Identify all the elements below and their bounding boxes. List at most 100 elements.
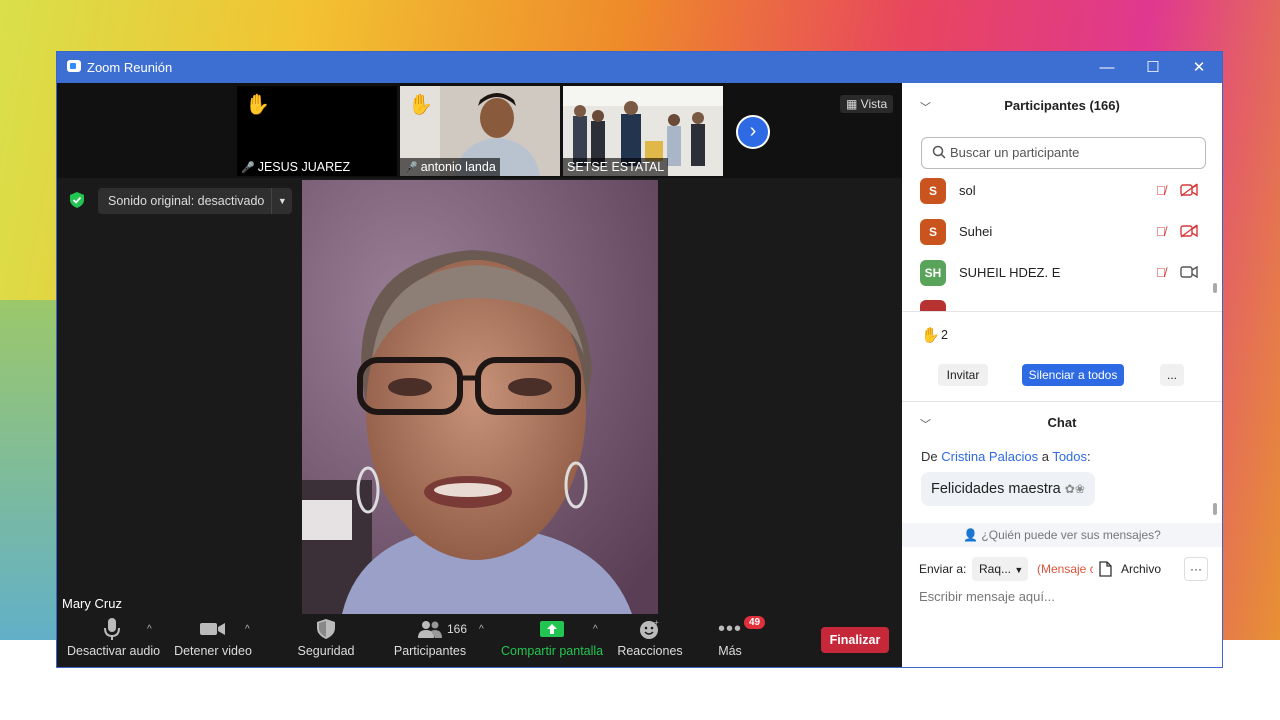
participant-search-input[interactable]: Buscar un participante [921, 137, 1206, 169]
video-options-caret-icon[interactable]: ^ [245, 624, 250, 635]
shield-icon [317, 619, 335, 639]
send-to-label: Enviar a: [919, 562, 967, 576]
who-can-see-label: ¿Quién puede ver sus mensajes? [981, 528, 1161, 542]
raised-hands-count: 2 [941, 328, 948, 342]
invite-button[interactable]: Invitar [938, 364, 988, 386]
flowers-emoji-icon: ✿❀ [1064, 482, 1085, 496]
stop-video-button[interactable]: Detener video [169, 614, 257, 667]
muted-mic-icon: 🎤 [241, 162, 255, 174]
chat-more-button[interactable]: ··· [1184, 557, 1208, 581]
share-options-caret-icon[interactable]: ^ [593, 624, 598, 635]
chat-recipient-name[interactable]: Todos [1052, 449, 1087, 464]
end-meeting-button[interactable]: Finalizar [821, 627, 889, 653]
page-background-band [0, 300, 60, 640]
participant-row[interactable]: S Suhei 🎙̸ [920, 218, 1205, 246]
video-camera-icon[interactable] [1180, 265, 1198, 279]
thumbnail-name: JESUS JUAREZ [257, 160, 351, 174]
participants-icon [418, 621, 442, 638]
chat-sender-name[interactable]: Cristina Palacios [941, 449, 1038, 464]
close-button[interactable]: ✕ [1176, 52, 1222, 83]
participants-more-button[interactable]: ... [1160, 364, 1184, 386]
chat-from-prefix: De [921, 449, 938, 464]
avatar: S [920, 178, 946, 204]
muted-mic-icon[interactable]: 🎙̸ [1156, 183, 1166, 198]
video-camera-icon [200, 623, 225, 635]
thumbnail-jesus-juarez[interactable]: ✋ 🎤 JESUS JUAREZ [237, 86, 397, 176]
original-sound-toggle[interactable]: Sonido original: desactivado ▼ [98, 188, 293, 214]
participant-name: SUHEIL HDEZ. E [959, 265, 1061, 280]
avatar: SH [920, 260, 946, 286]
more-notification-badge: 49 [744, 616, 766, 629]
participant-name: sol [959, 183, 976, 198]
thumbnail-strip: ✋ 🎤 JESUS JUAREZ ✋ 🎤 antonio landa SETSE… [57, 83, 902, 178]
participants-count: 166 [447, 622, 468, 636]
video-off-icon[interactable] [1180, 183, 1198, 197]
raised-hand-icon: ✋ [245, 94, 270, 116]
chat-message-bubble: Felicidades maestra ✿❀ [921, 472, 1095, 506]
divider [902, 311, 1222, 312]
maximize-button[interactable]: ☐ [1130, 52, 1176, 83]
video-off-icon[interactable] [1180, 224, 1198, 238]
recipient-select[interactable]: Raq... ▼ [972, 557, 1028, 581]
thumbnail-name: antonio landa [420, 160, 496, 174]
avatar [920, 300, 946, 311]
search-placeholder: Buscar un participante [950, 145, 1080, 160]
participants-label: Participantes [393, 644, 467, 658]
zoom-app-icon [67, 60, 81, 72]
microphone-icon [104, 618, 120, 640]
participants-scrollbar[interactable] [1213, 283, 1217, 293]
speaker-name: Mary Cruz [62, 596, 122, 611]
audio-options-caret-icon[interactable]: ^ [147, 624, 152, 635]
reactions-button[interactable]: + Reacciones [615, 614, 685, 667]
participants-options-caret-icon[interactable]: ^ [479, 624, 484, 635]
thumbnail-setse-estatal[interactable]: SETSE ESTATAL [563, 86, 723, 176]
person-lock-icon: 👤 [963, 528, 979, 542]
share-screen-icon [540, 621, 564, 637]
chevron-down-icon: ▼ [1014, 565, 1024, 575]
chat-message-text: Felicidades maestra [931, 481, 1061, 497]
video-area: ✋ 🎤 JESUS JUAREZ ✋ 🎤 antonio landa SETSE… [57, 83, 902, 614]
next-page-button[interactable]: › [736, 115, 770, 149]
share-screen-button[interactable]: Compartir pantalla [501, 614, 603, 667]
mute-audio-button[interactable]: Desactivar audio [67, 614, 161, 667]
who-can-see-link[interactable]: 👤 ¿Quién puede ver sus mensajes? [902, 523, 1222, 547]
share-screen-label: Compartir pantalla [501, 644, 604, 658]
zoom-window: Zoom Reunión — ☐ ✕ ✋ 🎤 JESUS JUAREZ ✋ 🎤 an… [57, 52, 1222, 667]
participant-row[interactable]: SH SUHEIL HDEZ. E 🎙̸ [920, 259, 1205, 287]
avatar: S [920, 219, 946, 245]
mute-all-button[interactable]: Silenciar a todos [1022, 364, 1124, 386]
file-icon[interactable] [1099, 561, 1112, 577]
grid-icon: ▦ [846, 97, 861, 111]
mute-audio-label: Desactivar audio [67, 644, 161, 658]
participant-name: Suhei [959, 224, 993, 239]
file-label[interactable]: Archivo [1121, 562, 1161, 576]
side-panel: ﹀ Participantes (166) Buscar un particip… [902, 83, 1222, 667]
security-button[interactable]: Seguridad [290, 614, 362, 667]
chat-scrollbar[interactable] [1213, 503, 1217, 515]
view-button[interactable]: ▦ Vista [840, 95, 894, 113]
view-label: Vista [860, 97, 888, 111]
stop-video-label: Detener video [174, 644, 252, 658]
muted-mic-icon[interactable]: 🎙̸ [1156, 224, 1166, 239]
thumbnail-name: SETSE ESTATAL [567, 160, 665, 174]
recipient-value: Raq... [979, 562, 1012, 576]
chat-to-word: a [1041, 449, 1049, 464]
title-bar: Zoom Reunión — ☐ ✕ [57, 52, 1222, 83]
shield-check-icon [70, 192, 84, 208]
smiley-icon: + [640, 618, 659, 639]
chat-title: Chat [1047, 415, 1077, 430]
participant-row[interactable]: S sol 🎙̸ [920, 177, 1205, 205]
chevron-down-icon[interactable]: ▼ [271, 188, 292, 214]
participants-panel-title: Participantes (166) [1004, 98, 1120, 113]
chat-send-row: Enviar a: Raq... ▼ (Mensaje c Archivo ··… [919, 557, 1209, 581]
minimize-button[interactable]: — [1084, 52, 1130, 83]
meeting-toolbar: Desactivar audio ^ Detener video ^ Segur… [57, 614, 902, 667]
reactions-label: Reacciones [617, 644, 683, 658]
muted-mic-icon[interactable]: 🎙̸ [1156, 265, 1166, 280]
thumbnail-antonio-landa[interactable]: ✋ 🎤 antonio landa [400, 86, 560, 176]
more-label: Más [718, 644, 742, 658]
divider [902, 401, 1222, 402]
chat-message-input[interactable]: Escribir mensaje aquí... [919, 589, 1055, 604]
participant-row-partial[interactable] [920, 299, 1205, 311]
raised-hand-icon: ✋ [921, 327, 940, 344]
